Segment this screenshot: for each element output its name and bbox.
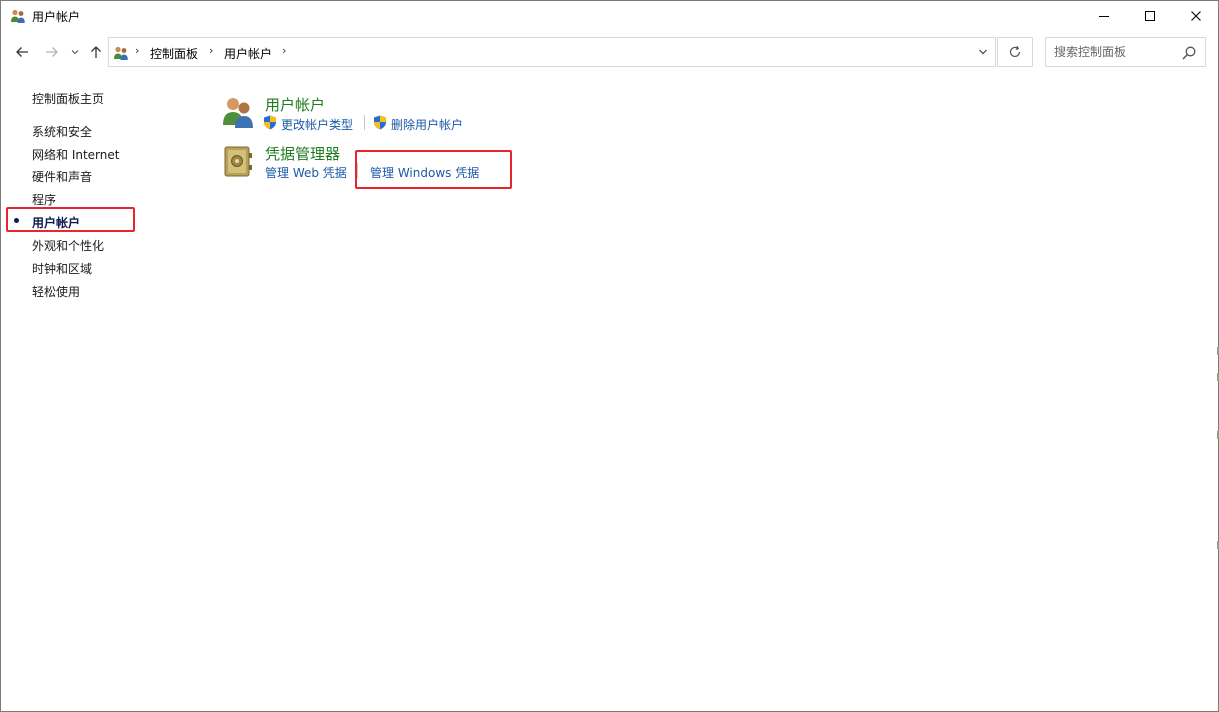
arrow-left-icon <box>16 47 28 57</box>
category-title-user-accounts[interactable]: 用户帐户 <box>265 94 325 115</box>
users-icon <box>11 9 25 23</box>
breadcrumb-user-accounts[interactable]: 用户帐户 <box>224 45 272 62</box>
minimize-icon <box>1099 16 1109 17</box>
breadcrumb-separator-icon[interactable]: › <box>282 44 286 57</box>
address-dropdown-button[interactable] <box>975 44 991 60</box>
manage-web-credentials-link[interactable]: 管理 Web 凭据 <box>265 164 347 181</box>
shield-icon <box>264 115 276 130</box>
highlight-box-windows-credentials <box>355 150 512 189</box>
minimize-button[interactable] <box>1081 1 1127 31</box>
category-title-credential-manager[interactable]: 凭据管理器 <box>265 143 340 164</box>
refresh-icon <box>1009 45 1021 58</box>
close-icon <box>1191 11 1201 21</box>
change-account-type-link[interactable]: 更改帐户类型 <box>281 116 353 133</box>
sidebar-item-hardware-sound[interactable]: 硬件和声音 <box>32 168 92 185</box>
users-icon <box>114 46 128 60</box>
maximize-icon <box>1145 11 1155 21</box>
sidebar-item-control-panel-home[interactable]: 控制面板主页 <box>32 90 104 107</box>
arrow-up-icon <box>91 46 101 58</box>
sidebar-item-ease-of-access[interactable]: 轻松使用 <box>32 283 80 300</box>
sidebar-item-programs[interactable]: 程序 <box>32 191 56 208</box>
close-button[interactable] <box>1173 1 1219 31</box>
sidebar-item-system-security[interactable]: 系统和安全 <box>32 123 92 140</box>
navigation-bar: › 控制面板 › 用户帐户 › <box>1 35 1218 69</box>
forward-button[interactable] <box>41 35 63 69</box>
up-button[interactable] <box>87 35 105 69</box>
search-box[interactable] <box>1045 37 1206 67</box>
users-icon[interactable] <box>221 95 255 129</box>
sidebar-item-clock-region[interactable]: 时钟和区域 <box>32 260 92 277</box>
sidebar-item-appearance[interactable]: 外观和个性化 <box>32 237 104 254</box>
window-title: 用户帐户 <box>32 10 81 24</box>
chevron-down-icon <box>979 49 987 55</box>
recent-locations-button[interactable] <box>68 35 82 69</box>
refresh-button[interactable] <box>997 37 1033 67</box>
highlight-box-sidebar <box>6 207 135 232</box>
title-bar[interactable]: 用户帐户 <box>1 1 1218 31</box>
breadcrumb-separator-icon[interactable]: › <box>135 44 139 57</box>
credential-vault-icon[interactable] <box>221 144 255 178</box>
breadcrumb-control-panel[interactable]: 控制面板 <box>150 45 198 62</box>
chevron-down-icon <box>71 50 79 55</box>
address-bar[interactable]: › 控制面板 › 用户帐户 › <box>108 37 996 67</box>
search-icon[interactable] <box>1181 45 1197 61</box>
back-button[interactable] <box>11 35 33 69</box>
maximize-button[interactable] <box>1127 1 1173 31</box>
sidebar-item-network-internet[interactable]: 网络和 Internet <box>32 146 119 163</box>
shield-icon <box>374 115 386 130</box>
breadcrumb-separator-icon[interactable]: › <box>209 44 213 57</box>
control-panel-window: 用户帐户 › 控制面板 › 用户帐户 › 搜索控制面板 控制面板主页 系统和安全… <box>0 0 1219 712</box>
remove-user-accounts-link[interactable]: 删除用户帐户 <box>391 116 463 133</box>
link-divider <box>364 115 365 130</box>
search-input[interactable] <box>1054 45 1179 59</box>
arrow-right-icon <box>46 47 58 57</box>
